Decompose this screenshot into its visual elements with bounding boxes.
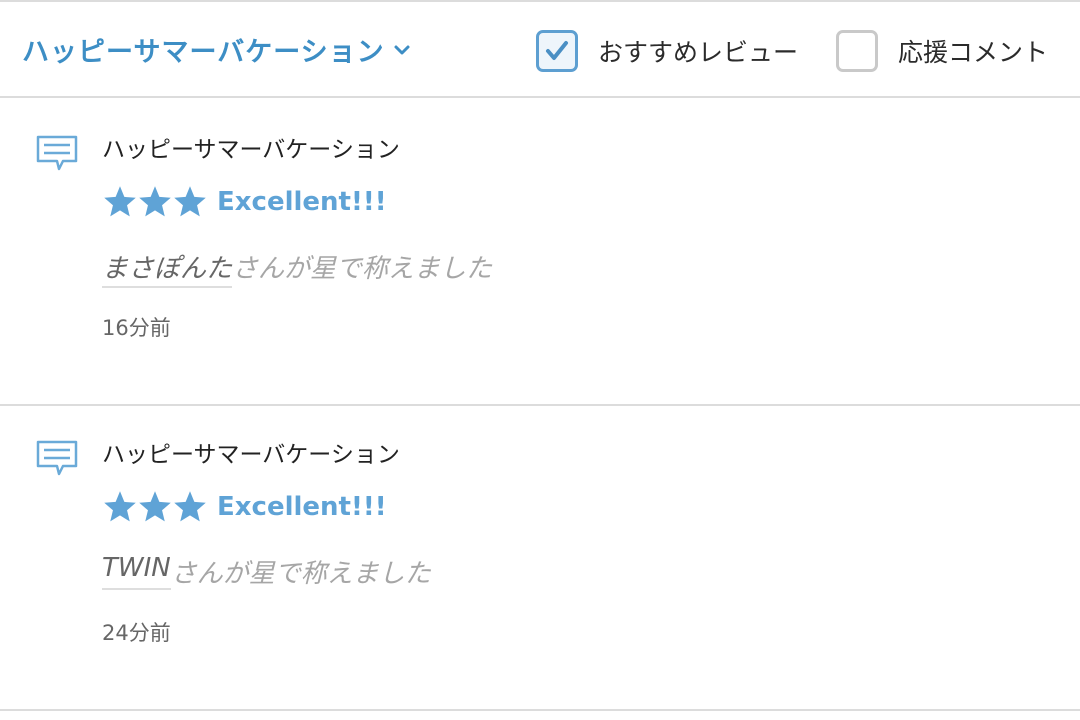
star-icon — [104, 491, 136, 522]
activity-item[interactable]: ハッピーサマーバケーション Excellent!!! まさぽんた さんが星で称え… — [0, 100, 1080, 406]
checkmark-icon — [546, 41, 568, 60]
timestamp: 16分前 — [102, 316, 171, 340]
praise-text: さんが星で称えました — [170, 559, 431, 589]
header-bar: ハッピーサマーバケーション おすすめレビュー 応援コメント — [0, 0, 1080, 98]
filter-support-comment[interactable]: 応援コメント — [836, 30, 1048, 72]
rating-label: Excellent!!! — [217, 492, 387, 522]
star-rating: Excellent!!! — [102, 184, 387, 220]
star-icon — [139, 491, 171, 522]
work-title-dropdown[interactable]: ハッピーサマーバケーション — [22, 30, 411, 69]
recommended-review-checkbox[interactable] — [536, 30, 578, 72]
praise-line: まさぽんた さんが星で称えました — [102, 248, 492, 288]
rating-label: Excellent!!! — [217, 187, 387, 217]
user-link[interactable]: TWIN — [102, 553, 171, 590]
entry-work-title[interactable]: ハッピーサマーバケーション — [102, 435, 400, 469]
star-icon — [174, 186, 206, 217]
entry-work-title[interactable]: ハッピーサマーバケーション — [102, 130, 400, 164]
star-icon — [104, 186, 136, 217]
work-title: ハッピーサマーバケーション — [22, 37, 385, 68]
star-icon — [139, 186, 171, 217]
star-rating: Excellent!!! — [102, 489, 387, 525]
support-comment-checkbox[interactable] — [836, 30, 878, 72]
comment-icon — [36, 440, 78, 476]
recommended-review-label: おすすめレビュー — [598, 38, 799, 67]
star-icon — [174, 491, 206, 522]
stars — [102, 489, 207, 525]
filter-recommended-review[interactable]: おすすめレビュー — [536, 30, 798, 72]
comment-icon — [36, 135, 78, 171]
praise-text: さんが星で称えました — [232, 254, 493, 284]
timestamp: 24分前 — [102, 621, 171, 645]
support-comment-label: 応援コメント — [898, 38, 1049, 67]
chevron-down-icon — [394, 45, 410, 54]
praise-line: TWIN さんが星で称えました — [102, 553, 431, 590]
activity-item[interactable]: ハッピーサマーバケーション Excellent!!! TWIN さんが星で称えま… — [0, 405, 1080, 711]
user-link[interactable]: まさぽんた — [102, 248, 233, 288]
stars — [102, 184, 207, 220]
